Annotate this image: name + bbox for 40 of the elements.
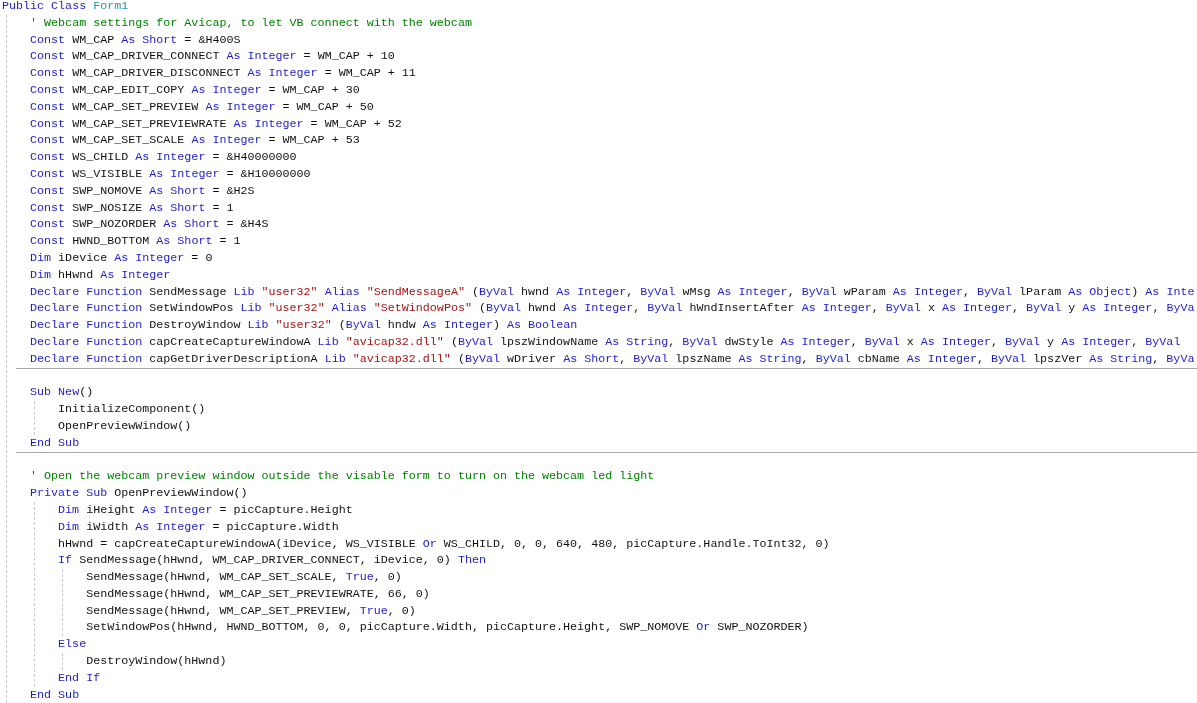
code-line: Const WS_VISIBLE As Integer = &H10000000 <box>30 165 311 183</box>
code-line: End Sub <box>30 686 80 703</box>
code-line: Const SWP_NOSIZE As Short = 1 <box>30 199 234 217</box>
code-line: Dim iHeight As Integer = picCapture.Height <box>58 501 353 519</box>
code-line: Const WM_CAP_EDIT_COPY As Integer = WM_CAP + 30 <box>30 82 360 99</box>
code-line: OpenPreviewWindow() <box>58 417 192 435</box>
code-line: Declare Function capCreateCaptureWindowA Lib "avicap32.dll" (ByVal lpszWindowName As String, ByVal dwStyle As Integer, ByVal x As Integer, ByVal y As Integer, ByVal <box>30 333 1181 351</box>
code-line: Const WM_CAP_SET_SCALE As Integer = WM_CAP + 53 <box>30 132 360 150</box>
code-line: End If <box>58 669 101 687</box>
code-line: Declare Function DestroyWindow Lib "user32" (ByVal hndw As Integer) As Boolean <box>30 317 578 334</box>
code-line: Const HWND_BOTTOM As Short = 1 <box>30 233 241 250</box>
code-line: Sub New() <box>30 384 94 402</box>
code-line: Dim iDevice As Integer = 0 <box>30 249 213 267</box>
code-line: Declare Function capGetDriverDescriptionA Lib "avicap32.dll" (ByVal wDriver As Short, ByVal lpszName As String, ByVal cbName As Integer, ByVal lpszVer As String, ByVa <box>30 350 1195 368</box>
code-line: Const WM_CAP_DRIVER_CONNECT As Integer = WM_CAP + 10 <box>30 48 395 66</box>
code-line: Else <box>58 636 87 654</box>
code-line: SetWindowPos(hHwnd, HWND_BOTTOM, 0, 0, picCapture.Width, picCapture.Height, SWP_NOMOVE Or SWP_NOZORDER) <box>86 619 809 637</box>
code-line: Const WM_CAP_DRIVER_DISCONNECT As Integer = WM_CAP + 11 <box>30 65 416 82</box>
code-line: SendMessage(hHwnd, WM_CAP_SET_PREVIEW, True, 0) <box>86 602 416 620</box>
code-comment: ' Open the webcam preview window outside the visable form to turn on the webcam led light <box>30 468 655 486</box>
code-line: Private Sub OpenPreviewWindow() <box>30 485 248 502</box>
code-line: InitializeComponent() <box>58 401 206 418</box>
code-line: Const WM_CAP_SET_PREVIEW As Integer = WM_CAP + 50 <box>30 98 374 116</box>
code-line: Const WM_CAP_SET_PREVIEWRATE As Integer = WM_CAP + 52 <box>30 115 402 133</box>
code-line: Public Class Form1 <box>2 0 129 15</box>
code-line: Const SWP_NOMOVE As Short = &H2S <box>30 182 255 200</box>
code-line: Const WS_CHILD As Integer = &H40000000 <box>30 149 297 166</box>
code-line: Dim iWidth As Integer = picCapture.Width <box>58 518 339 536</box>
code-line: Declare Function SetWindowPos Lib "user32" Alias "SetWindowPos" (ByVal hwnd As Integer, ByVal hWndInsertAfter As Integer, ByVal x As Integer, ByVal y As Integer, ByVa <box>30 300 1195 318</box>
code-line: Const SWP_NOZORDER As Short = &H4S <box>30 216 269 234</box>
code-line: Dim hHwnd As Integer <box>30 266 171 284</box>
code-line: Declare Function SendMessage Lib "user32" Alias "SendMessageA" (ByVal hwnd As Integer, ByVal wMsg As Integer, ByVal wParam As Integer, ByVal lParam As Object) As Inte <box>30 283 1195 301</box>
code-line: SendMessage(hHwnd, WM_CAP_SET_SCALE, True, 0) <box>86 569 402 586</box>
code-line: Const WM_CAP As Short = &H400S <box>30 31 241 49</box>
code-line: End Sub <box>30 434 80 452</box>
code-line: DestroyWindow(hHwnd) <box>86 653 227 670</box>
code-line: SendMessage(hHwnd, WM_CAP_SET_PREVIEWRATE, 66, 0) <box>86 585 430 603</box>
code-comment: ' Webcam settings for Avicap, to let VB connect with the webcam <box>30 14 472 32</box>
code-line: hHwnd = capCreateCaptureWindowA(iDevice, WS_VISIBLE Or WS_CHILD, 0, 0, 640, 480, picCapture.Handle.ToInt32, 0) <box>58 535 830 553</box>
code-line: If SendMessage(hHwnd, WM_CAP_DRIVER_CONNECT, iDevice, 0) Then <box>58 552 486 570</box>
